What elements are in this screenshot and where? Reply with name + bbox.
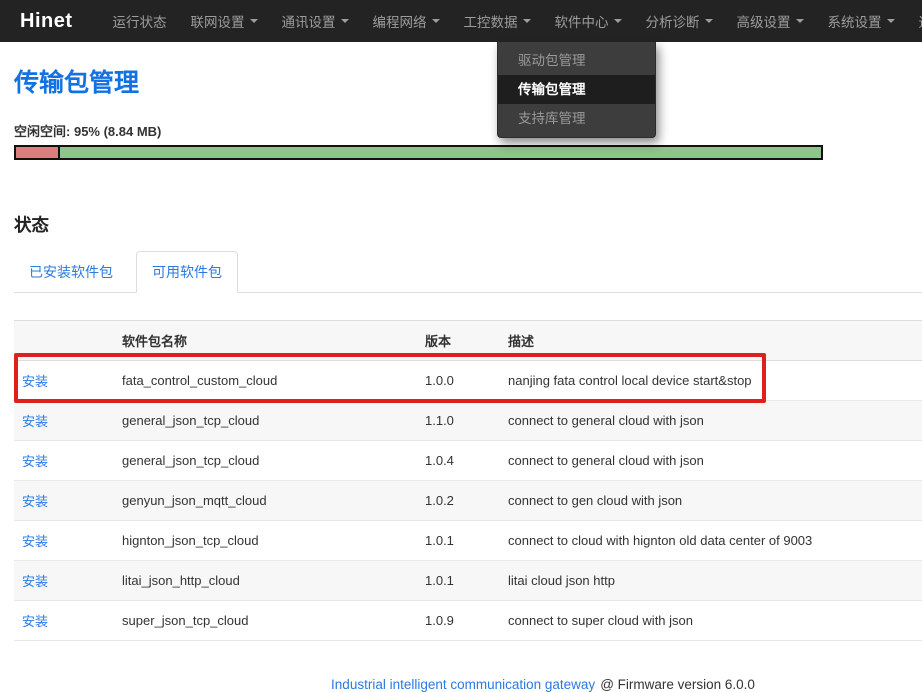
package-version-cell: 1.1.0: [417, 401, 500, 441]
chevron-down-icon: [796, 19, 804, 23]
main-content: 传输包管理 空闲空间: 95% (8.84 MB) 状态 已安装软件包 可用软件…: [0, 63, 922, 692]
free-space-value: 95% (8.84 MB): [74, 124, 161, 139]
nav-item-label: 联网设置: [191, 11, 245, 31]
storage-usage-bar: [14, 145, 823, 160]
chevron-down-icon: [523, 19, 531, 23]
package-table: 软件包名称 版本 描述 安装 fata_control_custom_cloud…: [14, 320, 922, 641]
nav-item-label: 退出: [919, 11, 922, 31]
dropdown-item-support-library[interactable]: 支持库管理: [498, 104, 655, 133]
package-description-cell: connect to general cloud with json: [500, 401, 922, 441]
nav-item-programming-network[interactable]: 编程网络: [361, 0, 452, 42]
dropdown-item-transfer-package[interactable]: 传输包管理: [498, 75, 655, 104]
package-name-cell: genyun_json_mqtt_cloud: [114, 481, 417, 521]
chevron-down-icon: [432, 19, 440, 23]
table-row: 安装 general_json_tcp_cloud 1.0.4 connect …: [14, 441, 922, 481]
chevron-down-icon: [250, 19, 258, 23]
nav-item-logout[interactable]: 退出: [907, 0, 922, 42]
table-header-row: 软件包名称 版本 描述: [14, 321, 922, 361]
header-version: 版本: [417, 321, 500, 361]
chevron-down-icon: [705, 19, 713, 23]
nav-item-analysis-diagnosis[interactable]: 分析诊断: [634, 0, 725, 42]
table-row: 安装 general_json_tcp_cloud 1.1.0 connect …: [14, 401, 922, 441]
free-space-label: 空闲空间: 95% (8.84 MB): [14, 121, 922, 140]
package-version-cell: 1.0.0: [417, 361, 500, 401]
install-button[interactable]: 安装: [22, 454, 48, 469]
nav-item-comm-settings[interactable]: 通讯设置: [270, 0, 361, 42]
nav-item-label: 高级设置: [737, 11, 791, 31]
table-row: 安装 super_json_tcp_cloud 1.0.9 connect to…: [14, 601, 922, 641]
header-install: [14, 321, 114, 361]
package-version-cell: 1.0.4: [417, 441, 500, 481]
software-center-dropdown: 驱动包管理 传输包管理 支持库管理: [497, 42, 656, 138]
package-name-cell: general_json_tcp_cloud: [114, 401, 417, 441]
nav-item-system-settings[interactable]: 系统设置: [816, 0, 907, 42]
package-description-cell: litai cloud json http: [500, 561, 922, 601]
tab-installed-packages[interactable]: 已安装软件包: [14, 252, 128, 292]
package-version-cell: 1.0.1: [417, 561, 500, 601]
storage-free-segment: [60, 147, 821, 158]
nav-item-network-settings[interactable]: 联网设置: [179, 0, 270, 42]
package-tabs: 已安装软件包 可用软件包: [14, 251, 922, 293]
nav-item-advanced-settings[interactable]: 高级设置: [725, 0, 816, 42]
page-footer: Industrial intelligent communication gat…: [14, 677, 922, 692]
nav-item-industrial-data[interactable]: 工控数据: [452, 0, 543, 42]
package-name-cell: hignton_json_tcp_cloud: [114, 521, 417, 561]
install-button[interactable]: 安装: [22, 374, 48, 389]
install-button[interactable]: 安装: [22, 494, 48, 509]
package-version-cell: 1.0.2: [417, 481, 500, 521]
table-row: 安装 genyun_json_mqtt_cloud 1.0.2 connect …: [14, 481, 922, 521]
install-button[interactable]: 安装: [22, 574, 48, 589]
package-description-cell: connect to super cloud with json: [500, 601, 922, 641]
brand-logo[interactable]: Hinet: [20, 10, 73, 33]
package-version-cell: 1.0.1: [417, 521, 500, 561]
header-description: 描述: [500, 321, 922, 361]
install-button[interactable]: 安装: [22, 414, 48, 429]
firmware-version-text: @ Firmware version 6.0.0: [600, 677, 755, 692]
nav-item-label: 工控数据: [464, 11, 518, 31]
package-description-cell: connect to gen cloud with json: [500, 481, 922, 521]
package-description-cell: nanjing fata control local device start&…: [500, 361, 922, 401]
package-table-container: 软件包名称 版本 描述 安装 fata_control_custom_cloud…: [14, 320, 922, 641]
package-version-cell: 1.0.9: [417, 601, 500, 641]
nav-menu: 运行状态 联网设置 通讯设置 编程网络 工控数据 软件中心 分析诊断 高级设置 …: [101, 0, 922, 42]
table-row: 安装 fata_control_custom_cloud 1.0.0 nanji…: [14, 361, 922, 401]
tab-available-packages[interactable]: 可用软件包: [136, 251, 238, 293]
package-name-cell: general_json_tcp_cloud: [114, 441, 417, 481]
nav-item-label: 系统设置: [828, 11, 882, 31]
nav-item-label: 软件中心: [555, 11, 609, 31]
chevron-down-icon: [887, 19, 895, 23]
install-button[interactable]: 安装: [22, 614, 48, 629]
storage-used-segment: [16, 147, 60, 158]
install-button[interactable]: 安装: [22, 534, 48, 549]
free-space-caption: 空闲空间:: [14, 124, 70, 139]
header-package-name: 软件包名称: [114, 321, 417, 361]
nav-item-running-status[interactable]: 运行状态: [101, 0, 179, 42]
package-description-cell: connect to cloud with hignton old data c…: [500, 521, 922, 561]
nav-item-label: 分析诊断: [646, 11, 700, 31]
nav-item-label: 运行状态: [113, 11, 167, 31]
status-heading: 状态: [14, 212, 922, 237]
chevron-down-icon: [614, 19, 622, 23]
table-row: 安装 hignton_json_tcp_cloud 1.0.1 connect …: [14, 521, 922, 561]
package-description-cell: connect to general cloud with json: [500, 441, 922, 481]
page-title: 传输包管理: [14, 63, 922, 99]
dropdown-item-driver-package[interactable]: 驱动包管理: [498, 46, 655, 75]
top-navbar: Hinet 运行状态 联网设置 通讯设置 编程网络 工控数据 软件中心 分析诊断…: [0, 0, 922, 42]
nav-item-software-center[interactable]: 软件中心: [543, 0, 634, 42]
nav-item-label: 通讯设置: [282, 11, 336, 31]
table-row: 安装 litai_json_http_cloud 1.0.1 litai clo…: [14, 561, 922, 601]
package-name-cell: super_json_tcp_cloud: [114, 601, 417, 641]
package-name-cell: fata_control_custom_cloud: [114, 361, 417, 401]
package-name-cell: litai_json_http_cloud: [114, 561, 417, 601]
gateway-link[interactable]: Industrial intelligent communication gat…: [331, 677, 595, 692]
chevron-down-icon: [341, 19, 349, 23]
nav-item-label: 编程网络: [373, 11, 427, 31]
